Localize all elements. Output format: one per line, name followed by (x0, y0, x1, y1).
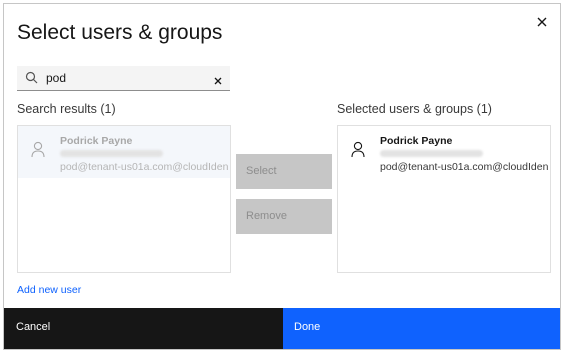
user-email: pod@tenant-us01a.com@cloudIden (380, 161, 549, 173)
remove-button[interactable]: Remove (236, 199, 332, 234)
select-button[interactable]: Select (236, 154, 332, 189)
selected-users-label: Selected users & groups (1) (337, 102, 492, 116)
add-new-user-link[interactable]: Add new user (17, 284, 81, 296)
search-field (17, 66, 230, 91)
close-button[interactable] (534, 14, 550, 30)
redacted-text (60, 150, 163, 157)
close-icon (537, 17, 547, 27)
done-button[interactable]: Done (283, 308, 560, 349)
search-result-item[interactable]: Podrick Payne pod@tenant-us01a.com@cloud… (18, 126, 230, 178)
user-icon (351, 141, 365, 158)
user-name: Podrick Payne (380, 135, 453, 147)
search-results-label: Search results (1) (17, 102, 116, 116)
user-name: Podrick Payne (60, 135, 133, 147)
redacted-text (380, 150, 483, 157)
search-results-list: Podrick Payne pod@tenant-us01a.com@cloud… (17, 125, 231, 273)
dialog-title: Select users & groups (17, 21, 223, 44)
select-users-dialog: Select users & groups Search results (1)… (3, 3, 561, 350)
user-email: pod@tenant-us01a.com@cloudIden (60, 161, 229, 173)
dialog-footer: Cancel Done (4, 308, 560, 349)
selected-users-list: Podrick Payne pod@tenant-us01a.com@cloud… (337, 125, 551, 273)
selected-user-item[interactable]: Podrick Payne pod@tenant-us01a.com@cloud… (338, 126, 550, 178)
search-input[interactable] (46, 66, 206, 90)
search-icon (25, 71, 38, 84)
cancel-button[interactable]: Cancel (4, 308, 283, 349)
user-icon (31, 141, 45, 158)
close-icon (214, 77, 222, 85)
clear-search-button[interactable] (213, 73, 223, 85)
